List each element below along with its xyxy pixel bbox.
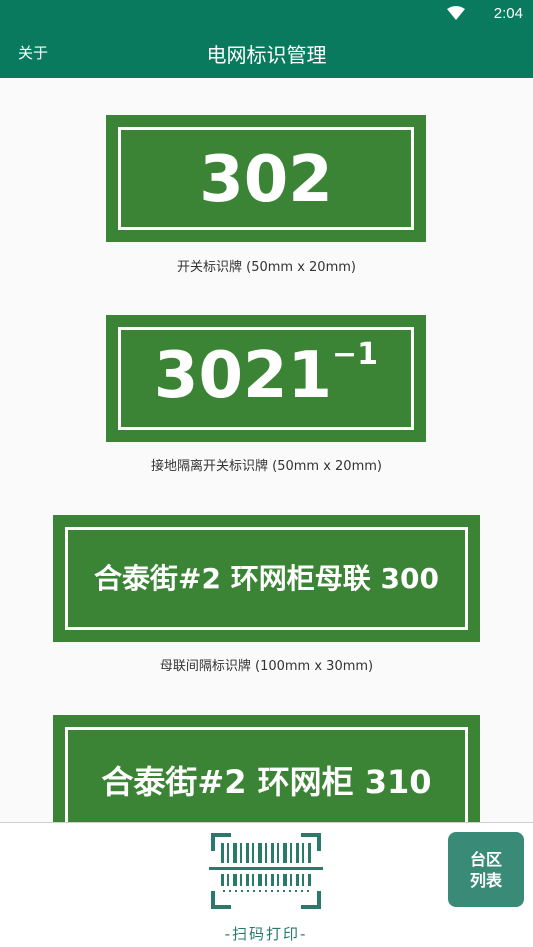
sign-card-ground-switch[interactable]: 3021−1 <box>106 315 426 442</box>
bottom-bar: -扫码打印- 台区 列表 <box>0 822 533 947</box>
area-button-line1: 台区 <box>469 850 502 869</box>
area-list-button[interactable]: 台区 列表 <box>448 832 524 907</box>
sign-caption: 开关标识牌 (50mm x 20mm) <box>177 260 356 275</box>
sign-text: 合泰街#2 环网柜母联 300 <box>94 562 439 595</box>
app-bar: 关于 电网标识管理 <box>0 28 533 78</box>
sign-caption: 母联间隔标识牌 (100mm x 30mm) <box>159 659 374 674</box>
sign-text: 合泰街#2 环网柜 310 <box>101 763 432 801</box>
sign-card-ring-cabinet[interactable]: 合泰街#2 环网柜 310 <box>53 715 480 822</box>
page-title: 电网标识管理 <box>206 43 327 67</box>
barcode-scan-icon <box>209 833 323 909</box>
sign-card-bus-tie[interactable]: 合泰街#2 环网柜母联 300 <box>53 515 480 642</box>
sign-card-switch[interactable]: 302 <box>106 115 426 242</box>
status-time: 2:04 <box>493 5 523 22</box>
sign-caption: 接地隔离开关标识牌 (50mm x 20mm) <box>151 459 382 474</box>
sign-text: 302 <box>199 143 333 217</box>
sign-text: 3021−1 <box>153 337 379 413</box>
status-bar: 2:04 <box>0 0 533 28</box>
sign-list[interactable]: 302 开关标识牌 (50mm x 20mm) 3021−1 接地隔离开关标识牌… <box>0 78 533 822</box>
scan-print-button[interactable]: -扫码打印- <box>205 829 327 943</box>
wifi-icon <box>447 6 465 20</box>
scan-print-label: -扫码打印- <box>224 925 308 943</box>
area-button-line2: 列表 <box>469 871 502 890</box>
sign-superscript: −1 <box>332 337 379 372</box>
